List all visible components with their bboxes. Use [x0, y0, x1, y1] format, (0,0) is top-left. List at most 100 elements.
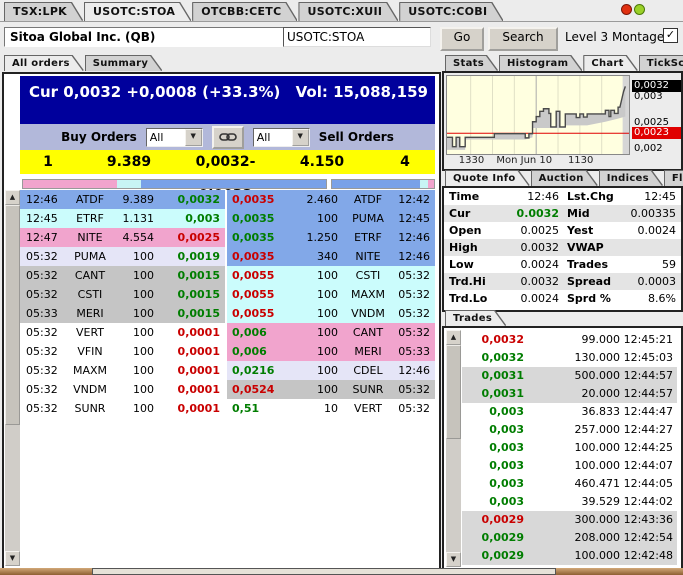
trade-row[interactable]: 0,0031500.00012:44:57	[462, 367, 677, 385]
trade-time: 12:44:47	[620, 403, 677, 421]
ask-row[interactable]: 0,0055100CSTI05:32	[227, 266, 435, 285]
trade-row[interactable]: 0,003257.00012:44:27	[462, 421, 677, 439]
scroll-up-icon[interactable]: ▲	[5, 190, 20, 205]
quote-tab-strip: Quote InfoAuctionIndicesFlow	[446, 171, 683, 186]
trade-row[interactable]: 0,003460.47112:44:05	[462, 475, 677, 493]
sell-filter-dropdown[interactable]: All ▼	[253, 128, 310, 147]
bid-mm: VNDM	[66, 380, 114, 399]
horizontal-scroll-thumb[interactable]	[92, 568, 556, 575]
ask-row[interactable]: 0,0055100VNDM05:32	[227, 304, 435, 323]
trade-row[interactable]: 0,003299.00012:45:21	[462, 331, 677, 349]
tab-auction[interactable]: Auction	[532, 171, 597, 186]
tab-histogram[interactable]: Histogram	[500, 56, 581, 71]
quote-value: 0.0024	[493, 290, 559, 307]
ask-row[interactable]: 0,5110VERT05:32	[227, 399, 435, 418]
ask-row[interactable]: 0,00351.250ETRF12:46	[227, 228, 435, 247]
ask-mm: CSTI	[346, 266, 390, 285]
tab-label: USOTC:STOA	[93, 5, 175, 18]
tab-usotc-xuii[interactable]: USOTC:XUII	[299, 3, 397, 21]
ask-size: 100	[295, 209, 346, 228]
trade-row[interactable]: 0,003100.00012:44:25	[462, 439, 677, 457]
montage-scroll-thumb[interactable]	[5, 205, 20, 425]
trade-size: 100.000	[524, 439, 620, 457]
link-sides-button[interactable]	[212, 126, 244, 149]
search-button[interactable]: Search	[488, 27, 558, 51]
horizontal-scrollbar[interactable]	[0, 568, 683, 575]
ask-row[interactable]: 0,0216100CDEL12:46	[227, 361, 435, 380]
tab-tickscope[interactable]: TickScope	[640, 56, 683, 71]
ask-row[interactable]: 0,0035340NITE12:46	[227, 247, 435, 266]
red-status-dot[interactable]	[621, 4, 632, 15]
ask-row[interactable]: 0,0035100PUMA12:45	[227, 209, 435, 228]
scroll-down-icon[interactable]: ▼	[446, 552, 461, 567]
trades-scroll-thumb[interactable]	[446, 345, 461, 439]
symbol-input[interactable]	[283, 27, 431, 47]
quote-row: Low0.0024Trades59	[444, 256, 681, 273]
bid-row[interactable]: 12:45ETRF1.1310,003	[20, 209, 225, 228]
tab-usotc-cobi[interactable]: USOTC:COBI	[400, 3, 502, 21]
tab-otcbb-cetc[interactable]: OTCBB:CETC	[193, 3, 296, 21]
ask-row[interactable]: 0,006100CANT05:32	[227, 323, 435, 342]
bid-row[interactable]: 05:32CANT1000,0015	[20, 266, 225, 285]
quote-label: Trd.Lo	[449, 290, 493, 307]
bid-mm: ETRF	[66, 209, 114, 228]
tab-quote-info[interactable]: Quote Info	[446, 171, 529, 186]
scroll-down-icon[interactable]: ▼	[5, 551, 20, 566]
tab-summary[interactable]: Summary	[86, 56, 161, 71]
tab-flow[interactable]: Flow	[665, 171, 683, 186]
green-status-dot[interactable]	[634, 4, 645, 15]
trade-row[interactable]: 0,0029300.00012:43:36	[462, 511, 677, 529]
ask-row[interactable]: 0,0524100SUNR05:32	[227, 380, 435, 399]
level3-montage-checkbox[interactable]: ✓	[663, 28, 678, 43]
trade-row[interactable]: 0,0029100.00012:42:48	[462, 547, 677, 565]
bid-row[interactable]: 12:46ATDF9.3890,0032	[20, 190, 225, 209]
bid-time: 05:32	[20, 323, 66, 342]
tab-indices[interactable]: Indices	[600, 171, 662, 186]
ask-time: 05:32	[390, 304, 435, 323]
tab-chart[interactable]: Chart	[584, 56, 636, 71]
trade-row[interactable]: 0,003120.00012:44:57	[462, 385, 677, 403]
inside-quote-row: 1 9.389 0,0032-0,0035 4.150 4	[20, 150, 435, 174]
chevron-down-icon[interactable]: ▼	[185, 129, 202, 146]
ask-size: 100	[295, 323, 346, 342]
go-button[interactable]: Go	[440, 27, 484, 51]
bid-row[interactable]: 05:32SUNR1000,0001	[20, 399, 225, 418]
chevron-down-icon[interactable]: ▼	[292, 129, 309, 146]
trade-time: 12:44:57	[620, 367, 677, 385]
buy-filter-dropdown[interactable]: All ▼	[146, 128, 203, 147]
tab-usotc-stoa[interactable]: USOTC:STOA	[85, 3, 190, 21]
bid-row[interactable]: 05:32VFIN1000,0001	[20, 342, 225, 361]
ask-mm: CANT	[346, 323, 390, 342]
scroll-up-icon[interactable]: ▲	[446, 330, 461, 345]
trade-row[interactable]: 0,0029208.00012:42:54	[462, 529, 677, 547]
ask-row[interactable]: 0,00352.460ATDF12:42	[227, 190, 435, 209]
ask-size: 100	[295, 380, 346, 399]
trade-size: 36.833	[524, 403, 620, 421]
montage-scrollbar[interactable]: ▲ ▼	[5, 190, 20, 566]
tab-all-orders[interactable]: All orders	[5, 56, 83, 71]
tab-trades[interactable]: Trades	[446, 311, 505, 326]
trade-row[interactable]: 0,00336.83312:44:47	[462, 403, 677, 421]
bid-row[interactable]: 05:32VNDM1000,0001	[20, 380, 225, 399]
quote-value: 0.00335	[619, 205, 676, 222]
bid-row[interactable]: 05:32CSTI1000,0015	[20, 285, 225, 304]
bid-time: 05:32	[20, 361, 66, 380]
bid-row[interactable]: 05:33MERI1000,0015	[20, 304, 225, 323]
buy-filter-value: All	[147, 131, 185, 144]
bid-row[interactable]: 05:32MAXM1000,0001	[20, 361, 225, 380]
trade-row[interactable]: 0,003100.00012:44:07	[462, 457, 677, 475]
trade-price: 0,0031	[462, 367, 524, 385]
tab-stats[interactable]: Stats	[446, 56, 497, 71]
trade-row[interactable]: 0,0032130.00012:45:03	[462, 349, 677, 367]
ask-row[interactable]: 0,0055100MAXM05:32	[227, 285, 435, 304]
ask-row[interactable]: 0,006100MERI05:33	[227, 342, 435, 361]
trade-row[interactable]: 0,00339.52912:44:02	[462, 493, 677, 511]
tab-label: USOTC:COBI	[408, 5, 487, 18]
bid-row[interactable]: 05:32PUMA1000,0019	[20, 247, 225, 266]
trades-scrollbar[interactable]: ▲ ▼	[446, 330, 461, 567]
ask-mm: CDEL	[346, 361, 390, 380]
bid-row[interactable]: 05:32VERT1000,0001	[20, 323, 225, 342]
bid-row[interactable]: 12:47NITE4.5540,0025	[20, 228, 225, 247]
tab-tsx-lpk[interactable]: TSX:LPK	[5, 3, 82, 21]
quote-label: Yest	[559, 222, 619, 239]
